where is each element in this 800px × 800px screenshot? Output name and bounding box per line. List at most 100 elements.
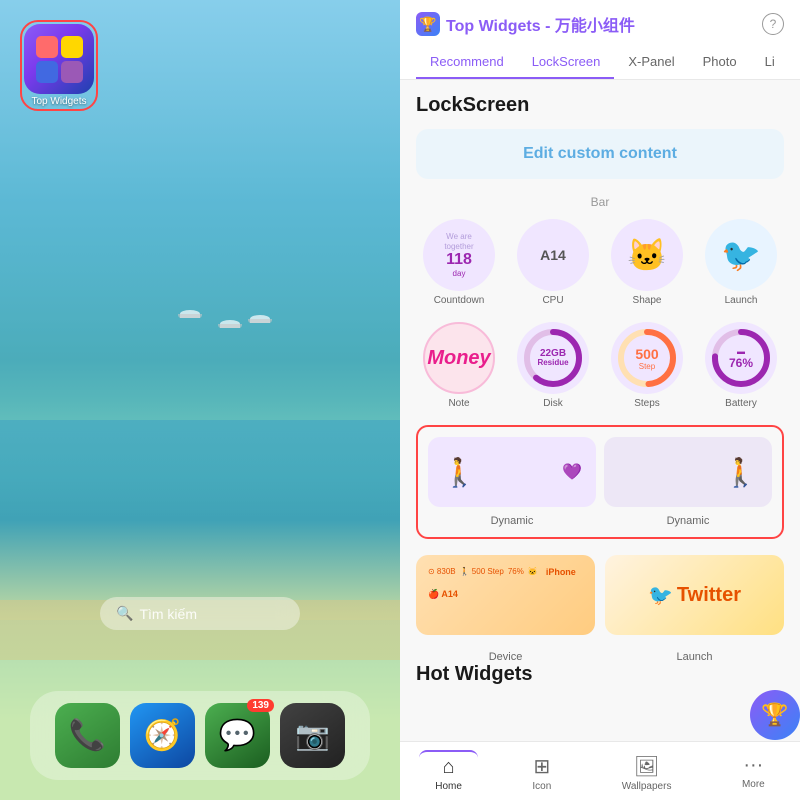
dock-messages-icon[interactable]: 💬 139 <box>205 703 270 768</box>
device-circle-icon: ⊙ 830B <box>428 567 456 585</box>
bottom-nav-wallpapers[interactable]: 🖼 Wallpapers <box>606 750 688 796</box>
disk-sub-text: Residue <box>537 359 568 368</box>
search-text: Tìm kiếm <box>139 606 197 622</box>
tab-lockscreen-item[interactable]: LockScreen <box>518 46 615 79</box>
dock-safari-icon[interactable]: 🧭 <box>130 703 195 768</box>
bottom-nav: ⌂ Home ⊞ Icon 🖼 Wallpapers ··· More <box>400 741 800 800</box>
app-header: 🏆 Top Widgets - 万能小组件 ? Recommend LockSc… <box>400 0 800 80</box>
shape-label: Shape <box>633 295 662 306</box>
widget-launch[interactable]: 🐦 Launch <box>698 219 784 306</box>
app-title-row: 🏆 Top Widgets - 万能小组件 ? <box>416 12 784 36</box>
lockscreen-title: LockScreen <box>416 94 784 117</box>
tab-li-label: Li <box>765 54 775 69</box>
dynamic-section: 🚶 💜 🚶 Dynamic Dynamic <box>416 425 784 539</box>
disk-circle: 22GB Residue <box>517 322 589 394</box>
app-title-text: Top Widgets - 万能小组件 <box>446 12 635 36</box>
battery-inner-text: ▬ 76% <box>729 347 753 370</box>
widget-steps[interactable]: 500 Step Steps <box>604 322 690 409</box>
icon-sq-yellow <box>61 36 83 58</box>
boat-2 <box>220 320 240 328</box>
icon-sq-blue <box>36 61 58 83</box>
countdown-days: 118 <box>446 251 472 269</box>
money-text: Money <box>427 347 490 370</box>
top-widgets-app-icon <box>24 24 94 94</box>
launch-circle: 🐦 <box>705 219 777 291</box>
battery-circle: ▬ 76% <box>705 322 777 394</box>
device-battery-text: 76% <box>508 567 524 585</box>
twitter-preview-card[interactable]: 🐦 Twitter <box>605 555 784 635</box>
search-bar[interactable]: 🔍 Tìm kiếm <box>100 597 300 630</box>
battery-pct-text: 76% <box>729 356 753 370</box>
cat-icon: 🐱 <box>627 236 667 274</box>
dynamic-card-right[interactable]: 🚶 <box>604 437 772 507</box>
bottom-nav-more[interactable]: ··· More <box>726 750 781 796</box>
help-button[interactable]: ? <box>762 13 784 35</box>
top-widgets-icon-container[interactable]: Top Widgets <box>20 20 98 111</box>
app-logo-icon: 🏆 <box>416 12 440 36</box>
widget-countdown[interactable]: We aretogether 118 day Countdown <box>416 219 502 306</box>
device-iphone-text: iPhone <box>546 567 576 585</box>
widget-shape[interactable]: 🐱 Shape <box>604 219 690 306</box>
disk-label: Disk <box>543 398 562 409</box>
camera-symbol: 📷 <box>295 719 330 752</box>
twitter-text: Twitter <box>677 584 741 607</box>
edit-content-button[interactable]: Edit custom content <box>416 129 784 179</box>
dock-camera-icon[interactable]: 📷 <box>280 703 345 768</box>
device-preview-card[interactable]: ⊙ 830B 🚶 500 Step 76% 🐱 iPhone 🍎 A14 <box>416 555 595 635</box>
tab-xpanel-label: X-Panel <box>628 54 674 69</box>
icon-sq-red <box>36 36 58 58</box>
icon-nav-icon: ⊞ <box>533 754 550 779</box>
home-nav-label: Home <box>435 781 462 792</box>
messages-badge: 139 <box>247 699 274 712</box>
countdown-circle: We aretogether 118 day <box>423 219 495 291</box>
steps-main-text: 500 <box>635 346 658 362</box>
cpu-text: A14 <box>540 247 566 263</box>
home-nav-icon: ⌂ <box>443 756 455 779</box>
widget-cpu[interactable]: A14 CPU <box>510 219 596 306</box>
preview-grid: ⊙ 830B 🚶 500 Step 76% 🐱 iPhone 🍎 A14 🐦 T… <box>416 555 784 635</box>
more-nav-icon: ··· <box>743 754 763 777</box>
bottom-nav-icon[interactable]: ⊞ Icon <box>516 750 567 796</box>
tab-lockscreen[interactable]: Recommend <box>416 46 518 79</box>
widget-note[interactable]: Money Note <box>416 322 502 409</box>
dock-phone-icon[interactable]: 📞 <box>55 703 120 768</box>
countdown-top-text: We aretogether <box>444 232 473 251</box>
widget-disk[interactable]: 22GB Residue Disk <box>510 322 596 409</box>
stickman-left-icon: 🚶 <box>442 456 477 489</box>
wallpapers-nav-label: Wallpapers <box>622 781 672 792</box>
main-content: LockScreen Edit custom content Bar We ar… <box>400 80 800 741</box>
device-a14-text: 🍎 A14 <box>428 589 458 600</box>
app-icon-label: Top Widgets <box>31 96 86 107</box>
disk-inner-text: 22GB Residue <box>537 348 568 368</box>
tab-xpanel[interactable]: X-Panel <box>614 46 688 79</box>
nav-tabs: Recommend LockScreen X-Panel Photo Li <box>416 46 784 79</box>
heart-icon: 💜 <box>562 462 582 482</box>
bottom-nav-home[interactable]: ⌂ Home <box>419 750 478 796</box>
preview-label-row: Device Launch <box>416 651 784 663</box>
steps-circle: 500 Step <box>611 322 683 394</box>
launch-preview-label: Launch <box>605 651 784 663</box>
dynamic-labels: Dynamic Dynamic <box>428 515 772 527</box>
messages-symbol: 💬 <box>219 718 256 753</box>
widget-battery[interactable]: ▬ 76% Battery <box>698 322 784 409</box>
safari-symbol: 🧭 <box>144 718 181 753</box>
ios-home-screen: Top Widgets 🔍 Tìm kiếm 📞 🧭 💬 139 📷 <box>0 0 400 800</box>
icon-sq-purple <box>61 61 83 83</box>
steps-inner-text: 500 Step <box>635 346 658 371</box>
app-title: 🏆 Top Widgets - 万能小组件 <box>416 12 635 36</box>
dynamic-label-left: Dynamic <box>428 515 596 527</box>
tab-photo[interactable]: Photo <box>689 46 751 79</box>
dynamic-grid: 🚶 💜 🚶 <box>428 437 772 507</box>
twitter-icon: 🐦 <box>721 236 761 274</box>
steps-sub-text: Step <box>635 362 658 371</box>
boat-1 <box>180 310 200 318</box>
steps-label: Steps <box>634 398 660 409</box>
note-circle: Money <box>423 322 495 394</box>
device-step-text: 🚶 500 Step <box>460 567 504 585</box>
cpu-label: CPU <box>542 295 563 306</box>
battery-label: Battery <box>725 398 757 409</box>
tab-li[interactable]: Li <box>751 46 784 79</box>
tab-photo-label: Photo <box>703 54 737 69</box>
dynamic-card-left[interactable]: 🚶 💜 <box>428 437 596 507</box>
dynamic-label-right: Dynamic <box>604 515 772 527</box>
